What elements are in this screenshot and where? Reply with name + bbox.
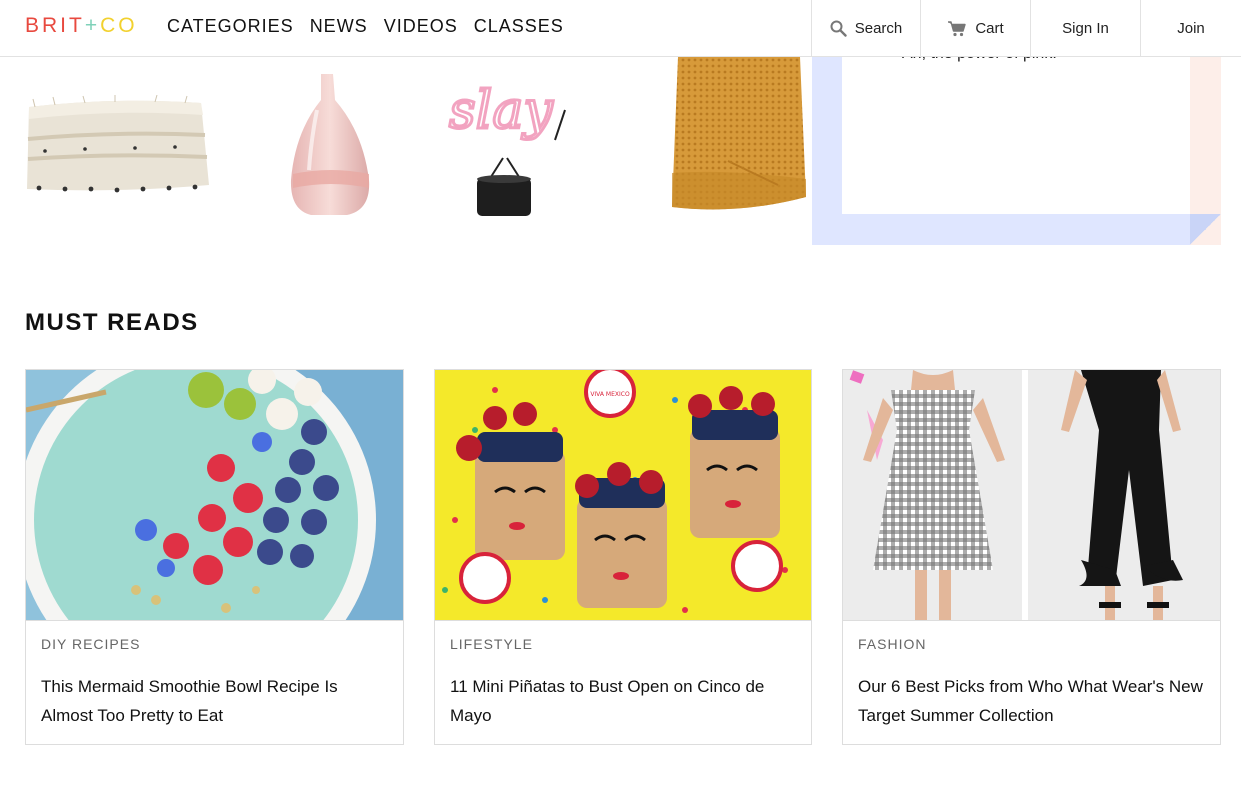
article-card-fashion[interactable]: FASHION Our 6 Best Picks from Who What W… [842, 369, 1221, 745]
cart-button[interactable]: Cart [920, 0, 1030, 56]
card-title: Our 6 Best Picks from Who What Wear's Ne… [858, 677, 1203, 725]
card-category: DIY RECIPES [41, 636, 141, 652]
cart-icon [947, 20, 967, 37]
mini-pinatas-image: VIVA MEXICO [435, 370, 811, 621]
join-button[interactable]: Join [1140, 0, 1241, 56]
join-label: Join [1177, 19, 1205, 37]
target-summer-collection-image [843, 370, 1220, 621]
badge-text: VIVA MEXICO [590, 391, 630, 398]
promo-fold-corner [1190, 214, 1221, 245]
search-label: Search [854, 19, 903, 37]
pink-promo-box[interactable]: Ah, the power of pink. [812, 45, 1221, 245]
utility-nav: Search Cart Sign In Join [811, 0, 1241, 56]
nav-categories[interactable]: CATEGORIES [167, 16, 294, 37]
nav-news[interactable]: NEWS [310, 16, 368, 37]
sign-in-label: Sign In [1062, 19, 1109, 37]
cart-label: Cart [975, 19, 1004, 37]
logo-brit: BRIT [25, 14, 85, 37]
site-header: BRIT+CO CATEGORIES NEWS VIDEOS CLASSES S… [0, 0, 1241, 57]
slay-neon-sign-image[interactable]: slay [447, 62, 577, 220]
article-card-pinatas[interactable]: VIVA MEXICO LIFESTYLE 11 Mini Piñatas to… [434, 369, 812, 745]
article-card-smoothie[interactable]: DIY RECIPES This Mermaid Smoothie Bowl R… [25, 369, 404, 745]
nav-classes[interactable]: CLASSES [474, 16, 564, 37]
search-button[interactable]: Search [811, 0, 920, 56]
smoothie-bowl-image [26, 370, 403, 621]
neon-sign-text: slay [449, 81, 553, 141]
card-category: LIFESTYLE [450, 636, 533, 652]
card-title: 11 Mini Piñatas to Bust Open on Cinco de… [450, 677, 765, 725]
must-reads-heading: MUST READS [25, 309, 199, 336]
main-nav: CATEGORIES NEWS VIDEOS CLASSES [167, 16, 564, 37]
card-title: This Mermaid Smoothie Bowl Recipe Is Alm… [41, 677, 338, 725]
logo-plus: + [84, 14, 101, 37]
pink-vase-image[interactable] [287, 70, 373, 218]
sign-in-button[interactable]: Sign In [1030, 0, 1140, 56]
nav-videos[interactable]: VIDEOS [384, 16, 458, 37]
rug-image[interactable] [25, 94, 211, 195]
logo-co: CO [100, 14, 138, 37]
mustard-blanket-image[interactable] [668, 57, 810, 215]
britco-logo[interactable]: BRIT+CO [25, 14, 138, 38]
card-category: FASHION [858, 636, 927, 652]
promo-inner-panel: Ah, the power of pink. [842, 45, 1190, 214]
search-icon [830, 20, 847, 37]
